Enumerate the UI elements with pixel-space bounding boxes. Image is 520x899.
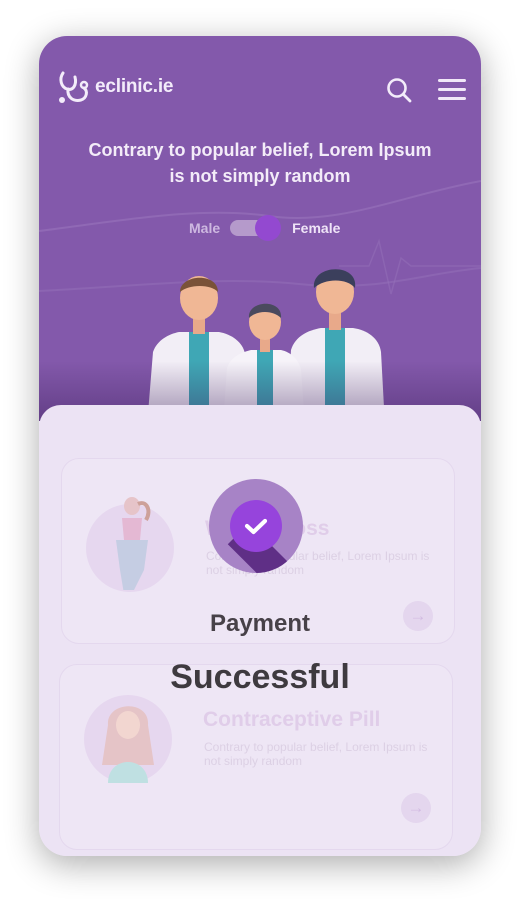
stethoscope-icon: [59, 71, 89, 103]
app-screen: eclinic.ie Contrary to popular belief, L…: [39, 36, 481, 856]
gender-female-label[interactable]: Female: [292, 220, 340, 236]
weight-loss-illustration: [116, 497, 151, 590]
contraceptive-illustration: [102, 706, 154, 783]
hero-headline: Contrary to popular belief, Lorem Ipsum …: [88, 140, 432, 186]
app-logo[interactable]: eclinic.ie: [57, 69, 173, 105]
check-icon: [244, 518, 268, 535]
switch-knob[interactable]: [255, 215, 282, 241]
service-avatar: [84, 695, 172, 783]
hamburger-menu-icon[interactable]: [438, 79, 466, 101]
service-avatar: [86, 497, 174, 592]
hero-section: eclinic.ie Contrary to popular belief, L…: [39, 36, 481, 421]
arrow-right-icon[interactable]: →: [401, 793, 431, 823]
search-icon[interactable]: [386, 77, 412, 103]
gender-male-label[interactable]: Male: [189, 220, 220, 236]
logo-text: eclinic.ie: [95, 76, 174, 97]
payment-success-badge: [209, 479, 303, 573]
badge-inner-circle: [230, 500, 282, 552]
gender-switch[interactable]: [230, 215, 282, 241]
payment-label: Payment: [209, 610, 311, 637]
service-title: Contraceptive Pill: [203, 708, 381, 731]
service-description: Contrary to popular belief, Lorem Ipsum …: [204, 740, 428, 768]
gender-toggle[interactable]: Male Female: [189, 215, 340, 241]
successful-label: Successful: [170, 658, 350, 696]
